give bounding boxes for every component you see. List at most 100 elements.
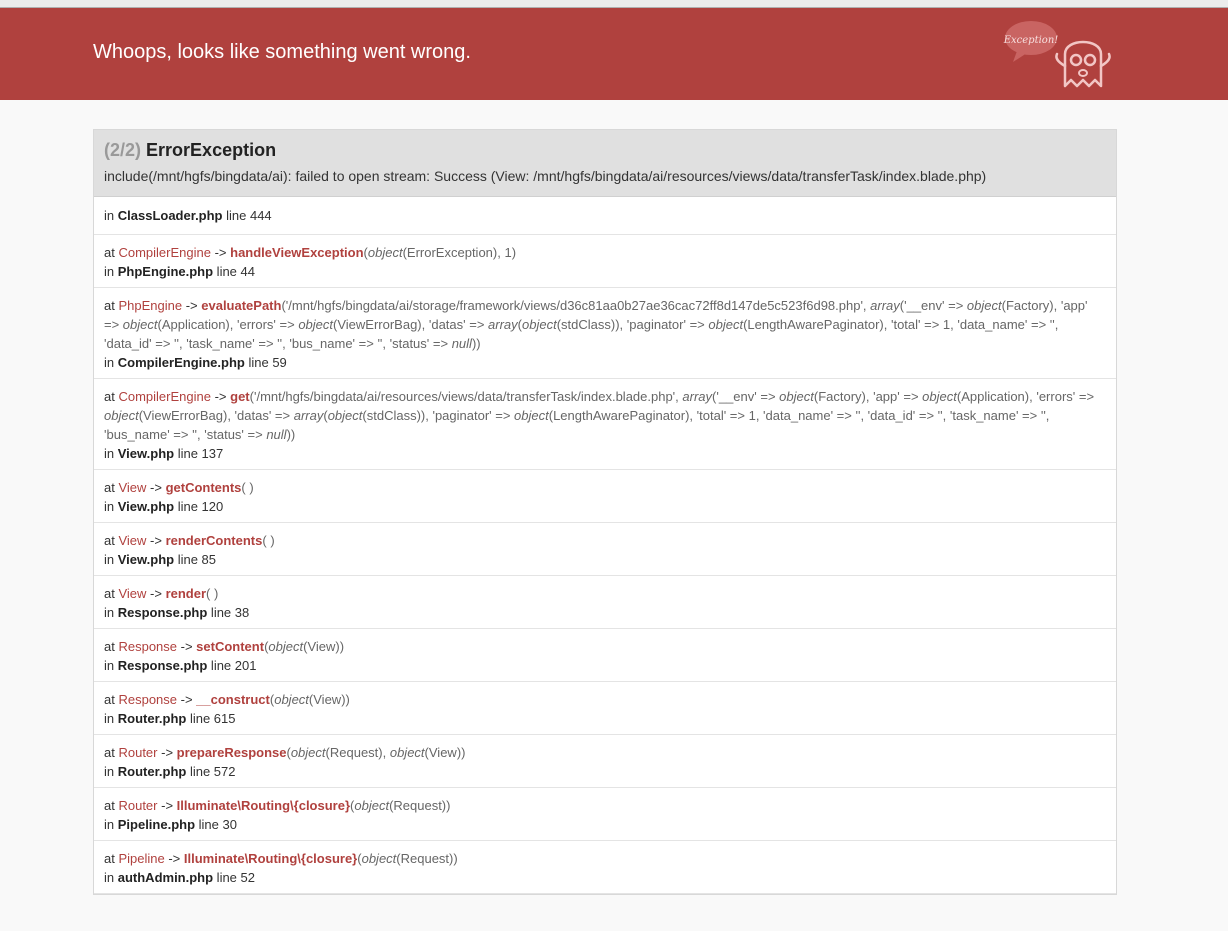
arg-type: array	[682, 389, 713, 404]
trace-line: line 59	[244, 355, 287, 370]
arg-type: object	[122, 317, 158, 332]
trace-at: at	[104, 639, 119, 654]
arg-value: '/mnt/hgfs/bingdata/ai/storage/framework…	[285, 298, 871, 313]
trace-class: Response	[118, 692, 178, 707]
trace-class: View	[118, 586, 147, 601]
trace-in: in	[104, 605, 118, 620]
trace-file: View.php	[117, 552, 175, 567]
arg-value: (Request)	[396, 851, 454, 866]
trace-file: authAdmin.php	[117, 870, 214, 885]
trace-arrow: ->	[210, 245, 231, 260]
trace-in: in	[104, 499, 118, 514]
exception-count: (2/2)	[104, 140, 142, 160]
trace-arrow: ->	[146, 586, 166, 601]
arg-paren: )	[511, 245, 517, 260]
arg-type: object	[922, 389, 957, 404]
arg-value: , 1	[497, 245, 512, 260]
arg-value: (Factory), 'app' =>	[813, 389, 923, 404]
arg-type: object	[354, 798, 390, 813]
arg-type: object	[104, 408, 139, 423]
arg-type: object	[514, 408, 549, 423]
trace-line: line 44	[213, 264, 255, 279]
arg-value: (stdClass)), 'paginator' =>	[556, 317, 709, 332]
trace-arrow: ->	[157, 745, 177, 760]
trace-in: in	[104, 870, 118, 885]
arg-paren: )	[461, 745, 466, 760]
trace-file: Response.php	[117, 658, 208, 673]
arg-type: object	[522, 317, 557, 332]
arg-value: (Application), 'errors' =>	[157, 317, 299, 332]
trace-at: at	[104, 745, 119, 760]
trace-at: at	[104, 298, 119, 313]
trace-at: at	[104, 389, 119, 404]
trace-at: at	[104, 798, 119, 813]
arg-value: '/mnt/hgfs/bingdata/ai/resources/views/d…	[253, 389, 683, 404]
trace-file: ClassLoader.php	[117, 208, 223, 223]
exception-message: include(/mnt/hgfs/bingdata/ai): failed t…	[104, 168, 987, 184]
trace-file: Router.php	[117, 711, 187, 726]
arg-value: ('__env' =>	[899, 298, 967, 313]
trace-class: Router	[118, 798, 158, 813]
arg-type: array	[293, 408, 324, 423]
trace-in: in	[104, 817, 118, 832]
trace-class: Response	[118, 639, 178, 654]
trace-class: CompilerEngine	[118, 389, 211, 404]
arg-type: object	[389, 745, 425, 760]
trace-class: View	[118, 480, 147, 495]
trace-file: PhpEngine.php	[117, 264, 214, 279]
trace-method: prepareResponse	[176, 745, 287, 760]
arg-value: (View)	[303, 639, 340, 654]
trace-row: at PhpEngine -> evaluatePath('/mnt/hgfs/…	[94, 288, 1116, 379]
trace-method: evaluatePath	[201, 298, 282, 313]
stack-trace: at CompilerEngine -> handleViewException…	[94, 235, 1116, 894]
trace-line: line 137	[174, 446, 224, 461]
trace-line: line 444	[226, 208, 272, 223]
trace-line: line 38	[207, 605, 250, 620]
arg-type: object	[779, 389, 814, 404]
arg-value: (ViewErrorBag), 'datas' =>	[138, 408, 294, 423]
trace-file: Pipeline.php	[117, 817, 196, 832]
trace-row: at CompilerEngine -> get('/mnt/hgfs/bing…	[94, 379, 1116, 470]
arg-paren: )	[266, 533, 275, 548]
trace-arrow: ->	[210, 389, 231, 404]
arg-type: object	[298, 317, 334, 332]
arg-type: array	[488, 317, 518, 332]
trace-row: at View -> getContents( ) in View.php lin…	[94, 470, 1116, 523]
arg-value: ('__env' =>	[712, 389, 780, 404]
trace-arrow: ->	[146, 533, 166, 548]
trace-row: at Response -> __construct(object(View))…	[94, 682, 1116, 735]
logo-bubble-text: Exception!	[1003, 35, 1058, 46]
arg-paren: )	[345, 692, 350, 707]
trace-row: at View -> renderContents( ) in View.php …	[94, 523, 1116, 576]
trace-arrow: ->	[182, 298, 202, 313]
arg-value: (View)	[424, 745, 462, 760]
trace-file: CompilerEngine.php	[117, 355, 245, 370]
trace-class: Router	[118, 745, 158, 760]
trace-arrow: ->	[157, 798, 177, 813]
trace-row: in ClassLoader.php line 444	[94, 197, 1116, 235]
arg-value: (Application), 'errors' =>	[956, 389, 1095, 404]
trace-class: View	[118, 533, 147, 548]
arg-value: (View)	[308, 692, 346, 707]
trace-file: Router.php	[117, 764, 187, 779]
exception-panel: (2/2) ErrorException include(/mnt/hgfs/b…	[93, 129, 1117, 895]
trace-arrow: ->	[177, 639, 197, 654]
page-title: Whoops, looks like something went wrong.	[93, 41, 471, 63]
arg-value: (Request)	[389, 798, 447, 813]
trace-row: at Pipeline -> Illuminate\Routing\{closu…	[94, 841, 1116, 894]
trace-in: in	[104, 446, 118, 461]
trace-line: line 52	[213, 870, 255, 885]
arg-paren: )	[453, 851, 458, 866]
exception-name: ErrorException	[146, 140, 277, 160]
trace-line: line 30	[195, 817, 237, 832]
trace-row: at Router -> Illuminate\Routing\{closure…	[94, 788, 1116, 841]
trace-line: line 615	[186, 711, 236, 726]
arg-type: object	[367, 245, 403, 260]
trace-method: setContent	[196, 639, 265, 654]
trace-at: at	[104, 692, 119, 707]
trace-file: View.php	[117, 499, 175, 514]
error-header: Whoops, looks like something went wrong.…	[0, 8, 1228, 100]
trace-in: in	[104, 355, 118, 370]
trace-line: line 85	[174, 552, 216, 567]
trace-method: render	[165, 586, 207, 601]
